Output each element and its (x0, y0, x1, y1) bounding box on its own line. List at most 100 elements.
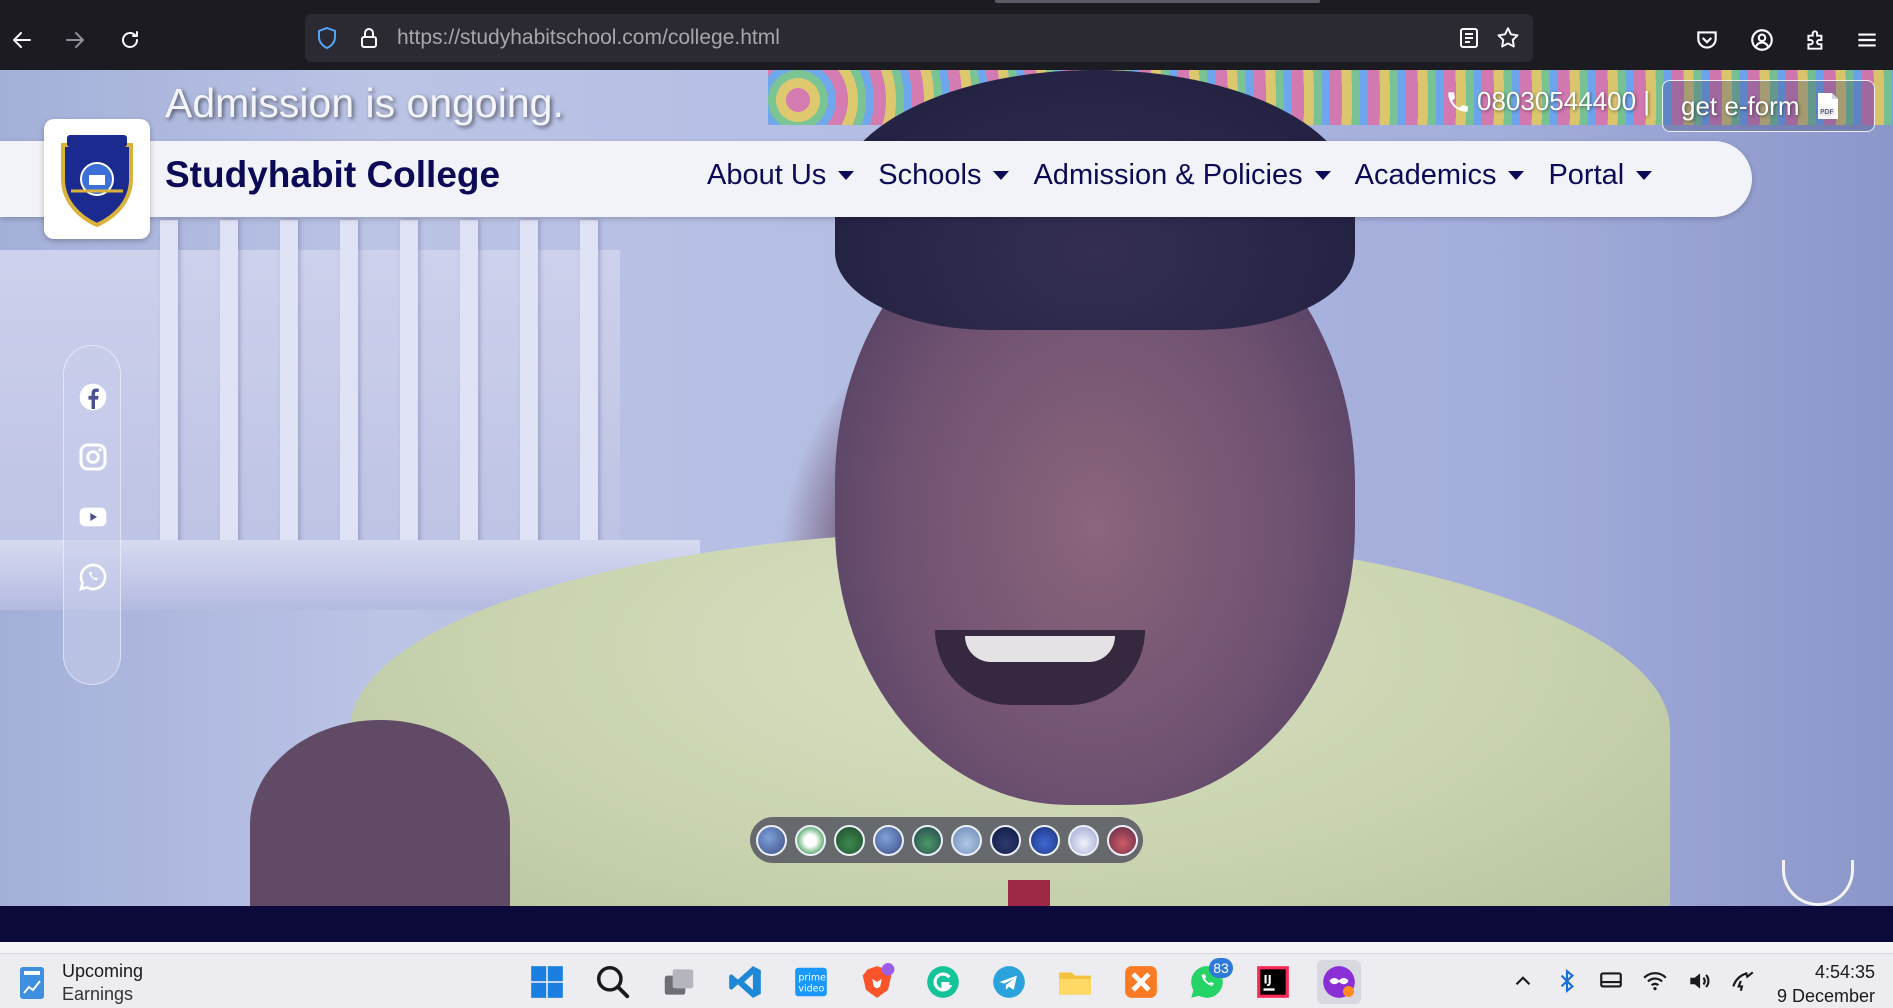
url-host: https://studyhabitschool.com (397, 26, 662, 49)
folder-icon (1059, 972, 1091, 995)
extensions-button[interactable] (1798, 22, 1834, 58)
slide-thumbnail[interactable] (950, 824, 982, 856)
widgets-button[interactable]: Upcoming Earnings (18, 960, 143, 1006)
system-tray (1510, 968, 1756, 994)
task-view-button[interactable] (657, 960, 701, 1004)
eform-label: get e-form (1681, 90, 1800, 121)
slide-thumbnail[interactable] (1106, 824, 1138, 856)
caret-down-icon (838, 171, 855, 180)
youtube-link[interactable] (77, 501, 109, 533)
nav-item-about-us[interactable]: About Us (707, 159, 855, 192)
search-button[interactable] (591, 960, 635, 1004)
url-path: /college.html (661, 26, 780, 49)
vscode-app[interactable] (723, 960, 767, 1004)
display-icon[interactable] (1598, 968, 1624, 994)
reader-view-icon[interactable] (1457, 26, 1481, 50)
pdf-file-icon: PDF (1817, 93, 1838, 119)
tracking-shield-icon[interactable] (315, 26, 339, 50)
web-page: Admission is ongoing. 08030544400 | get … (0, 70, 1893, 953)
widget-title: Upcoming (62, 961, 144, 981)
school-crest-icon (61, 135, 133, 227)
instagram-link[interactable] (77, 441, 109, 473)
whatsapp-link[interactable] (77, 561, 109, 593)
nav-menu: About Us Schools Admission & Policies Ac… (707, 159, 1653, 192)
forward-button[interactable] (57, 22, 93, 58)
telegram-app[interactable] (987, 960, 1031, 1004)
grammarly-icon (927, 966, 959, 998)
prime-video-app[interactable]: prime video (789, 960, 833, 1004)
wifi-icon[interactable] (1642, 968, 1668, 994)
firefox-app[interactable] (1317, 960, 1361, 1004)
system-clock[interactable]: 4:54:35 9 December (1770, 960, 1875, 1008)
svg-text:video: video (798, 984, 824, 995)
caret-down-icon (1314, 171, 1331, 180)
firefox-private-icon (1323, 966, 1355, 998)
widget-subtitle: Earnings (62, 984, 134, 1004)
nav-item-label: Admission & Policies (1033, 159, 1303, 191)
back-button[interactable] (4, 22, 40, 58)
page-footer-band (0, 906, 1893, 942)
bluetooth-icon[interactable] (1554, 968, 1580, 994)
slider-thumbnails (750, 817, 1143, 863)
account-button[interactable] (1744, 22, 1780, 58)
nav-item-label: Schools (878, 159, 982, 191)
stock-chart-icon (20, 967, 44, 999)
nav-item-portal[interactable]: Portal (1548, 159, 1653, 192)
intellij-app[interactable]: IJ (1251, 960, 1295, 1004)
slide-thumbnail[interactable] (1028, 824, 1060, 856)
taskbar-apps: prime video 83 IJ (525, 958, 1361, 1004)
file-explorer-app[interactable] (1053, 960, 1097, 1004)
instagram-icon (79, 443, 107, 471)
address-bar[interactable]: https://studyhabitschool.com/college.htm… (305, 14, 1533, 62)
reload-button[interactable] (112, 22, 148, 58)
slide-thumbnail[interactable] (911, 824, 943, 856)
nav-item-academics[interactable]: Academics (1355, 159, 1525, 192)
windows-taskbar: Upcoming Earnings prime video 83 IJ 4:54… (0, 953, 1893, 1008)
vscode-icon (729, 966, 761, 998)
slide-thumbnail[interactable] (794, 824, 826, 856)
xampp-app[interactable] (1119, 960, 1163, 1004)
contact-phone[interactable]: 08030544400 | (1445, 86, 1650, 117)
whatsapp-app[interactable]: 83 (1185, 958, 1233, 1004)
arrow-left-icon (13, 32, 31, 48)
xampp-icon (1125, 966, 1157, 998)
whatsapp-unread-badge: 83 (1209, 958, 1233, 978)
account-icon (1751, 29, 1773, 51)
pocket-button[interactable] (1689, 22, 1725, 58)
slide-thumbnail[interactable] (755, 824, 787, 856)
bookmark-star-icon[interactable] (1495, 25, 1521, 51)
search-icon (597, 966, 630, 999)
nav-item-admission-policies[interactable]: Admission & Policies (1033, 159, 1331, 192)
chevron-up-icon[interactable] (1510, 968, 1536, 994)
caret-down-icon (1636, 171, 1653, 180)
svg-text:prime: prime (798, 972, 826, 983)
browser-toolbar: https://studyhabitschool.com/college.htm… (0, 0, 1893, 70)
lock-icon[interactable] (357, 26, 381, 50)
grammarly-app[interactable] (921, 960, 965, 1004)
site-brand[interactable]: Studyhabit College (165, 154, 500, 196)
slide-thumbnail[interactable] (872, 824, 904, 856)
youtube-icon (79, 507, 107, 527)
facebook-icon (79, 383, 107, 411)
facebook-link[interactable] (77, 381, 109, 413)
brave-browser-app[interactable] (855, 960, 899, 1004)
battery-charging-icon[interactable] (1730, 968, 1756, 994)
slide-thumbnail[interactable] (1067, 824, 1099, 856)
nav-item-schools[interactable]: Schools (878, 159, 1010, 192)
phone-icon (1448, 91, 1468, 112)
svg-text:IJ: IJ (1264, 974, 1272, 987)
windows-logo-icon (531, 966, 563, 998)
school-logo[interactable] (44, 119, 150, 239)
slide-thumbnail[interactable] (833, 824, 865, 856)
whatsapp-icon (79, 563, 107, 591)
slide-thumbnail[interactable] (989, 824, 1021, 856)
telegram-icon (993, 966, 1025, 998)
menu-button[interactable] (1849, 22, 1885, 58)
url-text[interactable]: https://studyhabitschool.com/college.htm… (397, 26, 780, 50)
get-eform-button[interactable]: get e-form PDF (1662, 80, 1875, 132)
start-button[interactable] (525, 960, 569, 1004)
reload-icon (122, 31, 138, 48)
volume-icon[interactable] (1686, 968, 1712, 994)
pocket-icon (1697, 31, 1717, 49)
svg-text:PDF: PDF (1820, 108, 1834, 116)
